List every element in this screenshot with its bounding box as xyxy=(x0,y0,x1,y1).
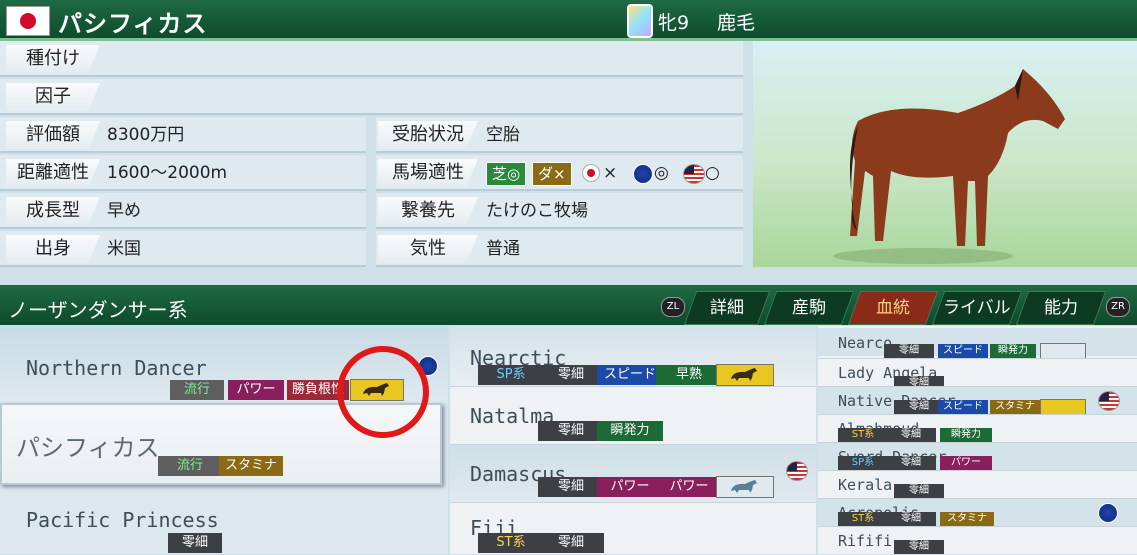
value-pregnancy: 空胎 xyxy=(486,125,520,145)
sire-name: Northern Dancer xyxy=(26,356,207,380)
tag-burst: 瞬発力 xyxy=(990,344,1036,358)
label-temperament: 気性 xyxy=(378,235,478,263)
tag-sp-line: SP系 xyxy=(838,456,888,470)
tag-st-line: ST系 xyxy=(838,428,888,442)
tag-weak-line: 零細 xyxy=(886,428,936,442)
label-distance: 距離適性 xyxy=(6,159,100,187)
tag-power: パワー xyxy=(940,456,992,470)
tab-offspring[interactable]: 産駒 xyxy=(763,291,855,325)
value-distance: 1600〜2000m xyxy=(107,163,228,183)
value-origin: 米国 xyxy=(107,239,141,259)
tag-weak-line: 零細 xyxy=(894,540,944,554)
horse-icon xyxy=(1040,343,1086,359)
tab-ability[interactable]: 能力 xyxy=(1015,291,1107,325)
label-origin: 出身 xyxy=(6,235,100,263)
tab-rival[interactable]: ライバル xyxy=(931,291,1023,325)
dam-name: Pacific Princess xyxy=(26,508,219,532)
ggp-name-8: Rififi xyxy=(838,532,893,550)
usa-flag-icon xyxy=(683,164,705,184)
row-factor xyxy=(0,79,743,115)
tab-pedigree[interactable]: 血統 xyxy=(847,291,939,325)
sex-age: 牝9 xyxy=(658,12,690,34)
tag-weak-line: 零細 xyxy=(894,484,944,498)
usa-aptitude-mark: ○ xyxy=(705,163,720,183)
tag-trend: 流行 xyxy=(158,456,222,476)
tag-sp-line: SP系 xyxy=(478,365,544,385)
tab-pedigree-label: 血統 xyxy=(876,298,910,318)
label-farm: 繋養先 xyxy=(378,197,478,225)
tag-stamina: スタミナ xyxy=(990,400,1040,414)
dirt-aptitude-badge: ダ× xyxy=(532,162,572,186)
label-value: 評価額 xyxy=(6,121,100,149)
coat-color: 鹿毛 xyxy=(717,12,756,34)
tab-details-label: 詳細 xyxy=(710,298,744,318)
label-growth: 成長型 xyxy=(6,197,100,225)
tag-weak-line: 零細 xyxy=(538,533,604,553)
selected-horse-name: パシフィカス xyxy=(16,434,160,462)
turf-aptitude-badge: 芝◎ xyxy=(486,162,527,186)
tab-offspring-label: 産駒 xyxy=(792,298,826,318)
usa-flag-icon xyxy=(786,461,808,481)
value-temperament: 普通 xyxy=(486,239,520,259)
highlight-circle xyxy=(337,346,429,438)
horse-icon xyxy=(716,476,774,498)
tag-speed: スピード xyxy=(597,365,663,385)
label-breeding: 種付け xyxy=(6,45,100,73)
europe-aptitude-mark: ◎ xyxy=(654,163,669,183)
tag-st-line: ST系 xyxy=(478,533,544,553)
tag-power: パワー xyxy=(597,477,663,497)
row-breeding xyxy=(0,41,743,77)
tag-weak-line: 零細 xyxy=(884,344,934,358)
horse-portrait xyxy=(753,41,1137,267)
tag-weak-line: 零細 xyxy=(168,533,222,553)
tab-ability-label: 能力 xyxy=(1044,298,1078,318)
japan-aptitude-mark: × xyxy=(603,163,618,183)
value-growth: 早め xyxy=(107,201,141,221)
horse-image xyxy=(833,69,1065,264)
tag-burst: 瞬発力 xyxy=(597,421,663,441)
tag-stamina: スタミナ xyxy=(940,512,994,526)
tag-trend: 流行 xyxy=(170,380,224,400)
usa-flag-icon xyxy=(1098,391,1120,411)
tag-stamina: スタミナ xyxy=(219,456,283,476)
tag-weak-line: 零細 xyxy=(538,365,604,385)
japan-flag-icon xyxy=(6,6,50,36)
tag-power: パワー xyxy=(656,477,722,497)
tag-early: 早熟 xyxy=(656,365,722,385)
horse-name: パシフィカス xyxy=(58,10,208,38)
tag-speed: スピード xyxy=(938,400,988,414)
tag-weak-line: 零細 xyxy=(538,477,604,497)
europe-flag-icon xyxy=(633,164,653,184)
tag-weak-line: 零細 xyxy=(886,512,936,526)
value-farm: たけのこ牧場 xyxy=(486,201,588,221)
tag-weak-line: 零細 xyxy=(894,400,944,414)
tag-weak-line: 零細 xyxy=(886,456,936,470)
label-pregnancy: 受胎状況 xyxy=(378,121,478,149)
zl-button-hint[interactable]: ZL xyxy=(661,297,685,317)
tag-st-line: ST系 xyxy=(838,512,888,526)
horse-icon xyxy=(1040,399,1086,415)
ggp-name-6: Kerala xyxy=(838,476,893,494)
value-price: 8300万円 xyxy=(107,125,185,145)
sire-line-title: ノーザンダンサー系 xyxy=(8,298,188,322)
tab-rival-label: ライバル xyxy=(943,298,1011,318)
europe-flag-icon xyxy=(1098,503,1118,523)
tab-details[interactable]: 詳細 xyxy=(683,291,771,325)
tag-power: パワー xyxy=(228,380,284,400)
tag-weak-line: 零細 xyxy=(538,421,604,441)
horse-icon xyxy=(716,364,774,386)
rainbow-badge-icon xyxy=(627,4,653,38)
tag-speed: スピード xyxy=(938,344,988,358)
japan-flag-icon xyxy=(582,164,600,182)
label-track: 馬場適性 xyxy=(378,159,478,187)
zr-button-hint[interactable]: ZR xyxy=(1106,297,1130,317)
label-factor: 因子 xyxy=(6,83,100,111)
tag-burst: 瞬発力 xyxy=(940,428,992,442)
